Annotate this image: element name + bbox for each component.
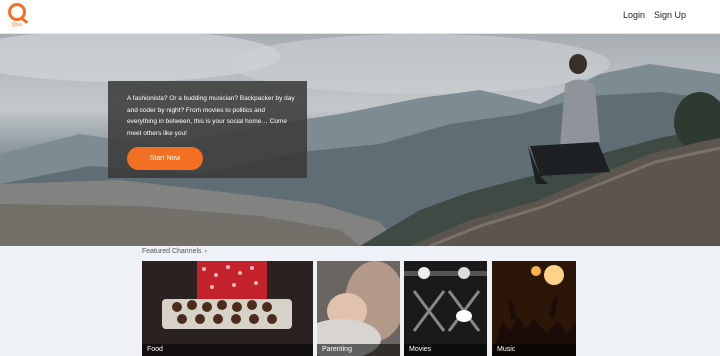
login-link[interactable]: Login bbox=[623, 10, 645, 20]
header-nav: Login Sign Up bbox=[623, 10, 686, 20]
channel-label-movies: Movies bbox=[404, 344, 487, 356]
hero-tagline: A fashionista? Or a budding musician? Ba… bbox=[127, 95, 295, 137]
hero-banner: A fashionista? Or a budding musician? Ba… bbox=[0, 34, 720, 246]
channel-label-music: Music bbox=[492, 344, 576, 356]
start-now-button[interactable]: Start Now bbox=[127, 147, 203, 170]
logo-text: Quu bbox=[11, 22, 23, 28]
channels-strip: Food Parenting Movies Music bbox=[142, 261, 576, 356]
channel-tile-music[interactable]: Music bbox=[492, 261, 576, 356]
brand-logo[interactable]: Quu bbox=[6, 3, 28, 29]
movies-image bbox=[404, 261, 487, 356]
parenting-image bbox=[317, 261, 400, 356]
channel-tile-movies[interactable]: Movies bbox=[404, 261, 487, 356]
featured-channels-label: Featured Channels bbox=[142, 248, 202, 255]
chevron-right-icon: › bbox=[204, 248, 207, 255]
top-header: Quu Login Sign Up bbox=[0, 0, 720, 34]
channel-label-parenting: Parenting bbox=[317, 344, 400, 356]
logo-mark-icon bbox=[8, 3, 26, 21]
channel-tile-parenting[interactable]: Parenting bbox=[317, 261, 400, 356]
music-image bbox=[492, 261, 576, 356]
featured-channels-heading[interactable]: Featured Channels › bbox=[142, 248, 207, 255]
hero-card: A fashionista? Or a budding musician? Ba… bbox=[108, 81, 307, 178]
channel-label-food: Food bbox=[142, 344, 313, 356]
signup-link[interactable]: Sign Up bbox=[654, 10, 686, 20]
channel-tile-food[interactable]: Food bbox=[142, 261, 313, 356]
food-image bbox=[142, 261, 313, 356]
